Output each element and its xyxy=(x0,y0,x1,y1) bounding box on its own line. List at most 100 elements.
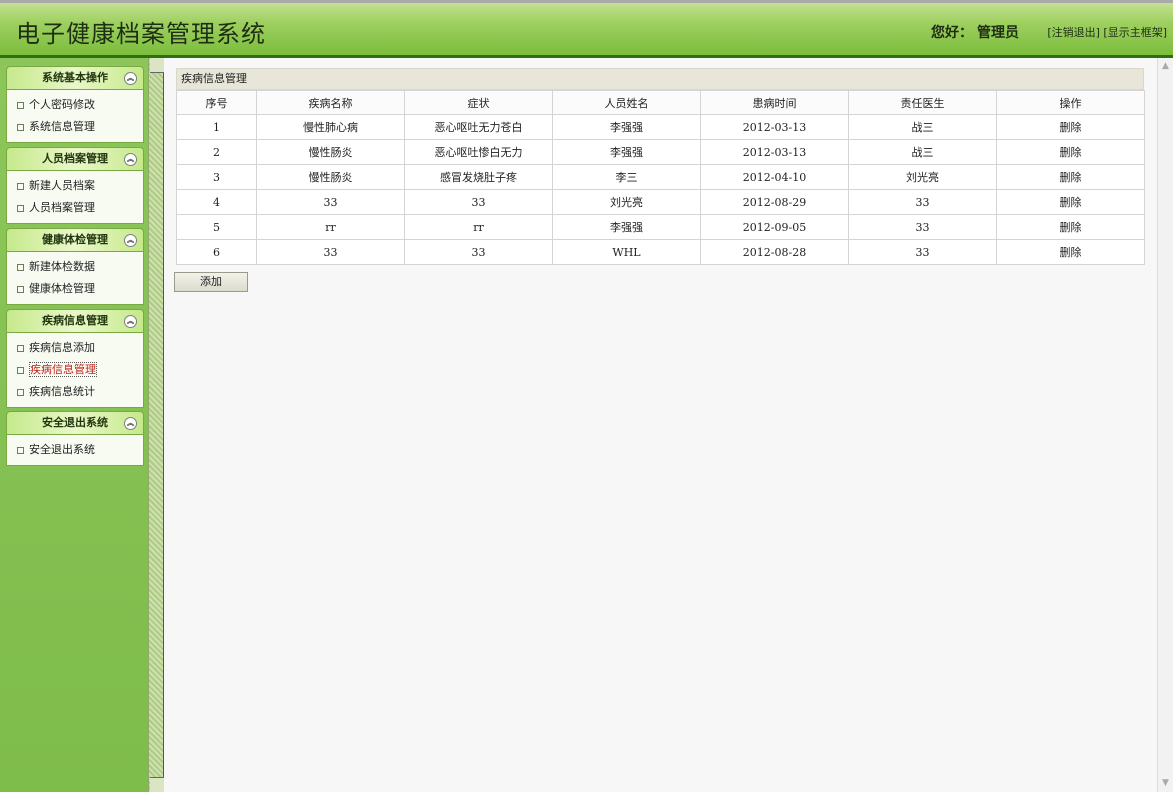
menu-group-title[interactable]: 健康体检管理 ︽ xyxy=(6,228,144,252)
table-cell: 2 xyxy=(176,139,257,165)
table-cell: 1 xyxy=(176,114,257,140)
menu-group: 疾病信息管理 ︽ 疾病信息添加 疾病信息管理 疾病信息统计 xyxy=(6,309,144,408)
sidebar-item[interactable]: 人员档案管理 xyxy=(7,197,143,219)
table-cell: 恶心呕吐无力苍白 xyxy=(404,114,553,140)
menu-items: 疾病信息添加 疾病信息管理 疾病信息统计 xyxy=(6,333,144,408)
column-header: 患病时间 xyxy=(700,90,849,115)
table-cell: 33 xyxy=(256,189,405,215)
column-header: 操作 xyxy=(996,90,1145,115)
header-bar: 电子健康档案管理系统 您好： 管理员 [注销退出] [显示主框架] xyxy=(0,0,1173,58)
sidebar-splitter[interactable] xyxy=(148,58,164,792)
table-header-row: 序号 疾病名称 症状 人员姓名 患病时间 责任医生 操作 xyxy=(176,90,1145,115)
logout-link[interactable]: [注销退出] xyxy=(1047,26,1100,39)
column-header: 症状 xyxy=(404,90,553,115)
sidebar-item-label: 人员档案管理 xyxy=(29,201,95,214)
sidebar-item-label: 疾病信息管理 xyxy=(29,362,97,377)
scroll-up-icon[interactable]: ▲ xyxy=(1161,62,1170,71)
sidebar-item[interactable]: 个人密码修改 xyxy=(7,94,143,116)
table-cell: 李三 xyxy=(552,164,701,190)
collapse-icon[interactable]: ︽ xyxy=(124,315,137,328)
menu-group: 安全退出系统 ︽ 安全退出系统 xyxy=(6,411,144,466)
delete-link[interactable]: 删除 xyxy=(996,214,1145,240)
collapse-icon[interactable]: ︽ xyxy=(124,417,137,430)
delete-link[interactable]: 删除 xyxy=(996,139,1145,165)
collapse-icon[interactable]: ︽ xyxy=(124,72,137,85)
delete-link[interactable]: 删除 xyxy=(996,114,1145,140)
sidebar-item-label: 健康体检管理 xyxy=(29,282,95,295)
menu-group: 人员档案管理 ︽ 新建人员档案 人员档案管理 xyxy=(6,147,144,224)
collapse-icon[interactable]: ︽ xyxy=(124,153,137,166)
table-cell: 33 xyxy=(404,239,553,265)
user-greeting: 您好： 管理员 xyxy=(931,22,1019,42)
sidebar-item[interactable]: 疾病信息添加 xyxy=(7,337,143,359)
column-header: 人员姓名 xyxy=(552,90,701,115)
sidebar-item-label: 疾病信息添加 xyxy=(29,341,95,354)
splitter-collapse-button[interactable] xyxy=(150,58,164,73)
menu-group: 系统基本操作 ︽ 个人密码修改 系统信息管理 xyxy=(6,66,144,143)
table-row: 2 慢性肠炎 恶心呕吐惨白无力 李强强 2012-03-13 战三 删除 xyxy=(176,139,1145,165)
header-links: [注销退出] [显示主框架] xyxy=(1047,24,1167,40)
sidebar-item[interactable]: 新建人员档案 xyxy=(7,175,143,197)
delete-link[interactable]: 删除 xyxy=(996,164,1145,190)
table-cell: 慢性肠炎 xyxy=(256,164,405,190)
sidebar-item[interactable]: 安全退出系统 xyxy=(7,439,143,461)
sidebar-item-label: 疾病信息统计 xyxy=(29,385,95,398)
bullet-icon xyxy=(17,182,24,190)
delete-link[interactable]: 删除 xyxy=(996,239,1145,265)
sidebar-item[interactable]: 新建体检数据 xyxy=(7,256,143,278)
table-row: 4 33 33 刘光亮 2012-08-29 33 删除 xyxy=(176,189,1145,215)
disease-info-panel: 疾病信息管理 序号 疾病名称 症状 人员姓名 患病时间 责任医生 操作 1 慢性肺心病 恶心呕吐… xyxy=(176,68,1145,265)
table-cell: 5 xyxy=(176,214,257,240)
splitter-bottom-button[interactable] xyxy=(150,777,164,792)
table-cell: 33 xyxy=(404,189,553,215)
table-cell: 李强强 xyxy=(552,114,701,140)
sidebar-item[interactable]: 系统信息管理 xyxy=(7,116,143,138)
bullet-icon xyxy=(17,263,24,271)
sidebar-item-label: 新建体检数据 xyxy=(29,260,95,273)
collapse-icon[interactable]: ︽ xyxy=(124,234,137,247)
bullet-icon xyxy=(17,285,24,293)
panel-title: 疾病信息管理 xyxy=(176,68,1144,90)
delete-link[interactable]: 删除 xyxy=(996,189,1145,215)
bullet-icon xyxy=(17,344,24,352)
sidebar-item[interactable]: 健康体检管理 xyxy=(7,278,143,300)
table-cell: 2012-08-28 xyxy=(700,239,849,265)
menu-items: 新建人员档案 人员档案管理 xyxy=(6,171,144,224)
table-cell: 2012-03-13 xyxy=(700,114,849,140)
table-cell: 33 xyxy=(848,239,997,265)
menu-group-title[interactable]: 系统基本操作 ︽ xyxy=(6,66,144,90)
vertical-scrollbar[interactable]: ▲ ▼ xyxy=(1157,58,1173,792)
scroll-down-icon[interactable]: ▼ xyxy=(1161,779,1170,788)
menu-group-title[interactable]: 人员档案管理 ︽ xyxy=(6,147,144,171)
main-content: 疾病信息管理 序号 疾病名称 症状 人员姓名 患病时间 责任医生 操作 1 慢性肺心病 恶心呕吐… xyxy=(164,58,1157,792)
greeting-label: 您好： xyxy=(931,25,973,41)
menu-group-title-text: 疾病信息管理 xyxy=(42,314,108,327)
sidebar-item[interactable]: 疾病信息统计 xyxy=(7,381,143,403)
table-cell: 2012-08-29 xyxy=(700,189,849,215)
show-frame-link[interactable]: [显示主框架] xyxy=(1103,26,1167,39)
bullet-icon xyxy=(17,388,24,396)
sidebar: 系统基本操作 ︽ 个人密码修改 系统信息管理 人员档案管理 ︽ 新建人员档案 人员档案管理 健康… xyxy=(0,58,148,792)
bullet-icon xyxy=(17,101,24,109)
app-title: 电子健康档案管理系统 xyxy=(16,20,266,48)
menu-group-title[interactable]: 安全退出系统 ︽ xyxy=(6,411,144,435)
table-cell: 2012-09-05 xyxy=(700,214,849,240)
table-cell: rr xyxy=(256,214,405,240)
table-body: 1 慢性肺心病 恶心呕吐无力苍白 李强强 2012-03-13 战三 删除 2 慢性肠炎 恶心呕吐… xyxy=(176,114,1145,265)
add-button[interactable]: 添加 xyxy=(174,272,248,292)
menu-group-title[interactable]: 疾病信息管理 ︽ xyxy=(6,309,144,333)
column-header: 疾病名称 xyxy=(256,90,405,115)
menu-group-title-text: 人员档案管理 xyxy=(42,152,108,165)
table-cell: 刘光亮 xyxy=(848,164,997,190)
table-cell: 慢性肠炎 xyxy=(256,139,405,165)
table-row: 6 33 33 WHL 2012-08-28 33 删除 xyxy=(176,239,1145,265)
table-cell: 慢性肺心病 xyxy=(256,114,405,140)
table-cell: 战三 xyxy=(848,139,997,165)
sidebar-item-label: 新建人员档案 xyxy=(29,179,95,192)
window-top-border xyxy=(0,0,1173,3)
table-cell: rr xyxy=(404,214,553,240)
table-row: 1 慢性肺心病 恶心呕吐无力苍白 李强强 2012-03-13 战三 删除 xyxy=(176,114,1145,140)
table-cell: 李强强 xyxy=(552,214,701,240)
sidebar-item[interactable]: 疾病信息管理 xyxy=(7,359,143,381)
user-name: 管理员 xyxy=(977,25,1019,41)
